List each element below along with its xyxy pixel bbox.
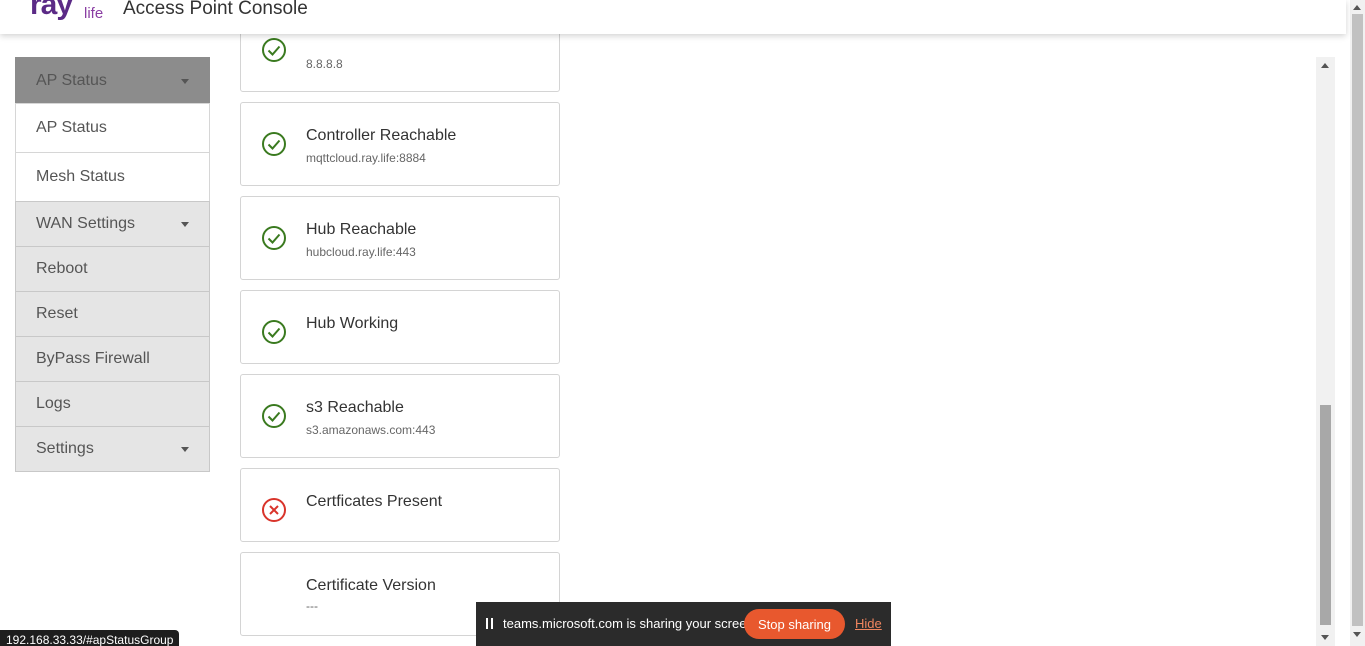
sidebar-item-label: ByPass Firewall [36,350,150,367]
check-circle-icon [262,38,286,62]
check-title: Certficates Present [306,493,443,510]
check-detail: hubcloud.ray.life:443 [306,245,416,259]
content-scrollbar[interactable] [1316,57,1335,646]
check-circle-icon [262,226,286,250]
scrollbar-thumb[interactable] [1320,405,1331,625]
scroll-down-arrow-icon[interactable] [1353,632,1361,637]
hide-link[interactable]: Hide [855,616,882,631]
check-title: Hub Reachable [306,221,417,238]
check-detail: mqttcloud.ray.life:8884 [306,151,426,165]
check-circle-icon [262,404,286,428]
sidebar-item-ap-status[interactable]: AP Status [15,103,210,153]
sidebar-item-label: Logs [36,395,71,412]
sidebar-item-settings[interactable]: Settings [15,426,210,472]
sidebar-item-label: Settings [36,440,94,457]
sidebar-item-label: AP Status [36,119,107,136]
check-detail: 8.8.8.8 [306,57,343,71]
check-title: Certificate Version [306,577,436,594]
screen-share-bar: teams.microsoft.com is sharing your scre… [476,602,891,646]
pause-icon[interactable] [486,618,493,629]
error-circle-icon [262,498,286,522]
sidebar-item-ap-status-group[interactable]: AP Status [15,57,210,104]
check-card-hub-working: Hub Working [240,290,560,364]
check-circle-icon [262,132,286,156]
ray-life-logo[interactable]: ray life [30,0,110,28]
check-card-hub-reachable: Hub Reachable hubcloud.ray.life:443 [240,196,560,280]
sidebar-item-reboot[interactable]: Reboot [15,246,210,292]
sidebar-item-wan-settings[interactable]: WAN Settings [15,201,210,247]
check-circle-icon [262,320,286,344]
sidebar-item-mesh-status[interactable]: Mesh Status [15,152,210,202]
link-status-url: 192.168.33.33/#apStatusGroup [0,630,180,646]
check-detail: s3.amazonaws.com:443 [306,423,436,437]
scroll-up-arrow-icon[interactable] [1321,63,1329,68]
share-message: teams.microsoft.com is sharing your scre… [503,616,758,631]
scrollbar-thumb[interactable] [1352,14,1363,626]
logo-suffix-text: life [84,5,104,22]
check-detail: --- [306,599,318,613]
sidebar-item-reset[interactable]: Reset [15,291,210,337]
check-title: s3 Reachable [306,399,404,416]
sidebar-item-logs[interactable]: Logs [15,381,210,427]
check-title: Hub Working [306,315,399,332]
check-card-s3: s3 Reachable s3.amazonaws.com:443 [240,374,560,458]
sidebar-item-label: AP Status [36,71,107,89]
caret-down-icon [181,447,189,452]
app-header: ray life Access Point Console [0,0,1346,34]
sidebar-item-label: Reboot [36,260,88,277]
check-card-certificates: Certficates Present [240,468,560,542]
stop-sharing-button[interactable]: Stop sharing [744,609,845,639]
sidebar-nav: AP Status AP Status Mesh Status WAN Sett… [15,57,210,472]
sidebar-item-label: Mesh Status [36,168,125,185]
check-title: Controller Reachable [306,127,457,144]
window-scrollbar[interactable] [1350,0,1365,646]
logo-main-text: ray [30,0,73,21]
scroll-down-arrow-icon[interactable] [1321,635,1329,640]
check-card-controller: Controller Reachable mqttcloud.ray.life:… [240,102,560,186]
caret-down-icon [181,222,189,227]
scroll-up-arrow-icon[interactable] [1353,5,1361,10]
sidebar-item-bypass-firewall[interactable]: ByPass Firewall [15,336,210,382]
caret-down-icon [181,78,189,84]
app-title: Access Point Console [123,0,308,19]
sidebar-item-label: WAN Settings [36,215,135,232]
sidebar-item-label: Reset [36,305,78,322]
